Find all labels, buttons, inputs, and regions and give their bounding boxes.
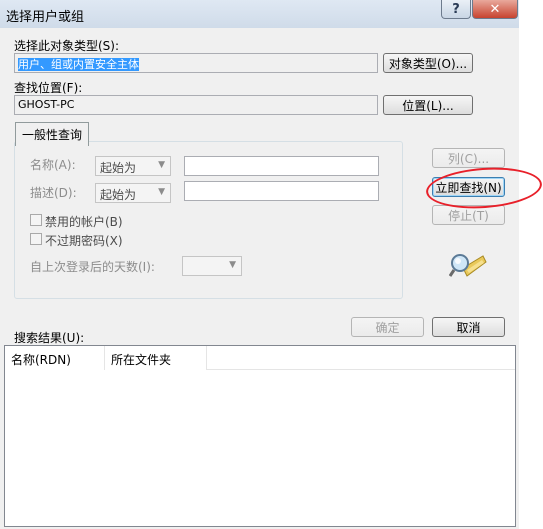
search-flashlight-icon [449,254,487,277]
location-field[interactable]: GHOST-PC [14,95,378,115]
columns-button[interactable]: 列(C)... [432,148,505,168]
chevron-down-icon: ▼ [158,160,165,170]
description-input[interactable] [184,181,379,201]
select-users-dialog: 选择用户或组 ? ✕ 选择此对象类型(S): 用户、组或内置安全主体 对象类型(… [0,0,543,529]
description-label: 描述(D): [30,186,77,200]
name-operator-value: 起始为 [100,161,137,175]
days-since-logon-select[interactable]: ▼ [182,256,242,276]
chevron-down-icon: ▼ [158,187,165,197]
name-input[interactable] [184,156,379,176]
name-operator-select[interactable]: 起始为 ▼ [95,156,171,176]
object-type-value: 用户、组或内置安全主体 [18,58,139,71]
search-results-label: 搜索结果(U): [14,331,85,345]
chevron-down-icon: ▼ [229,260,236,270]
window-edge [519,0,543,529]
tab-common-queries[interactable]: 一般性查询 [15,122,90,146]
description-operator-value: 起始为 [100,188,137,202]
days-since-logon-label: 自上次登录后的天数(I): [30,260,155,274]
help-button[interactable]: ? [441,0,471,19]
object-types-button[interactable]: 对象类型(O)... [383,53,473,73]
non-expiring-password-checkbox[interactable] [30,233,42,245]
cancel-button[interactable]: 取消 [432,317,505,337]
window-title: 选择用户或组 [6,10,85,25]
non-expiring-password-label: 不过期密码(X) [45,234,123,248]
title-bar: 选择用户或组 ? ✕ [0,0,543,28]
description-operator-select[interactable]: 起始为 ▼ [95,183,171,203]
object-type-label: 选择此对象类型(S): [14,39,120,53]
ok-button[interactable]: 确定 [351,317,424,337]
close-button[interactable]: ✕ [472,0,518,19]
location-value: GHOST-PC [18,98,75,111]
disabled-accounts-label: 禁用的帐户(B) [45,215,123,229]
disabled-accounts-checkbox[interactable] [30,214,42,226]
search-results-list[interactable]: 名称(RDN) 所在文件夹 [4,345,516,527]
object-type-field[interactable]: 用户、组或内置安全主体 [14,53,378,73]
locations-button[interactable]: 位置(L)... [383,95,473,115]
column-header-name[interactable]: 名称(RDN) [5,346,105,370]
name-label: 名称(A): [30,158,76,172]
column-header-folder[interactable]: 所在文件夹 [105,346,207,370]
location-label: 查找位置(F): [14,81,83,95]
